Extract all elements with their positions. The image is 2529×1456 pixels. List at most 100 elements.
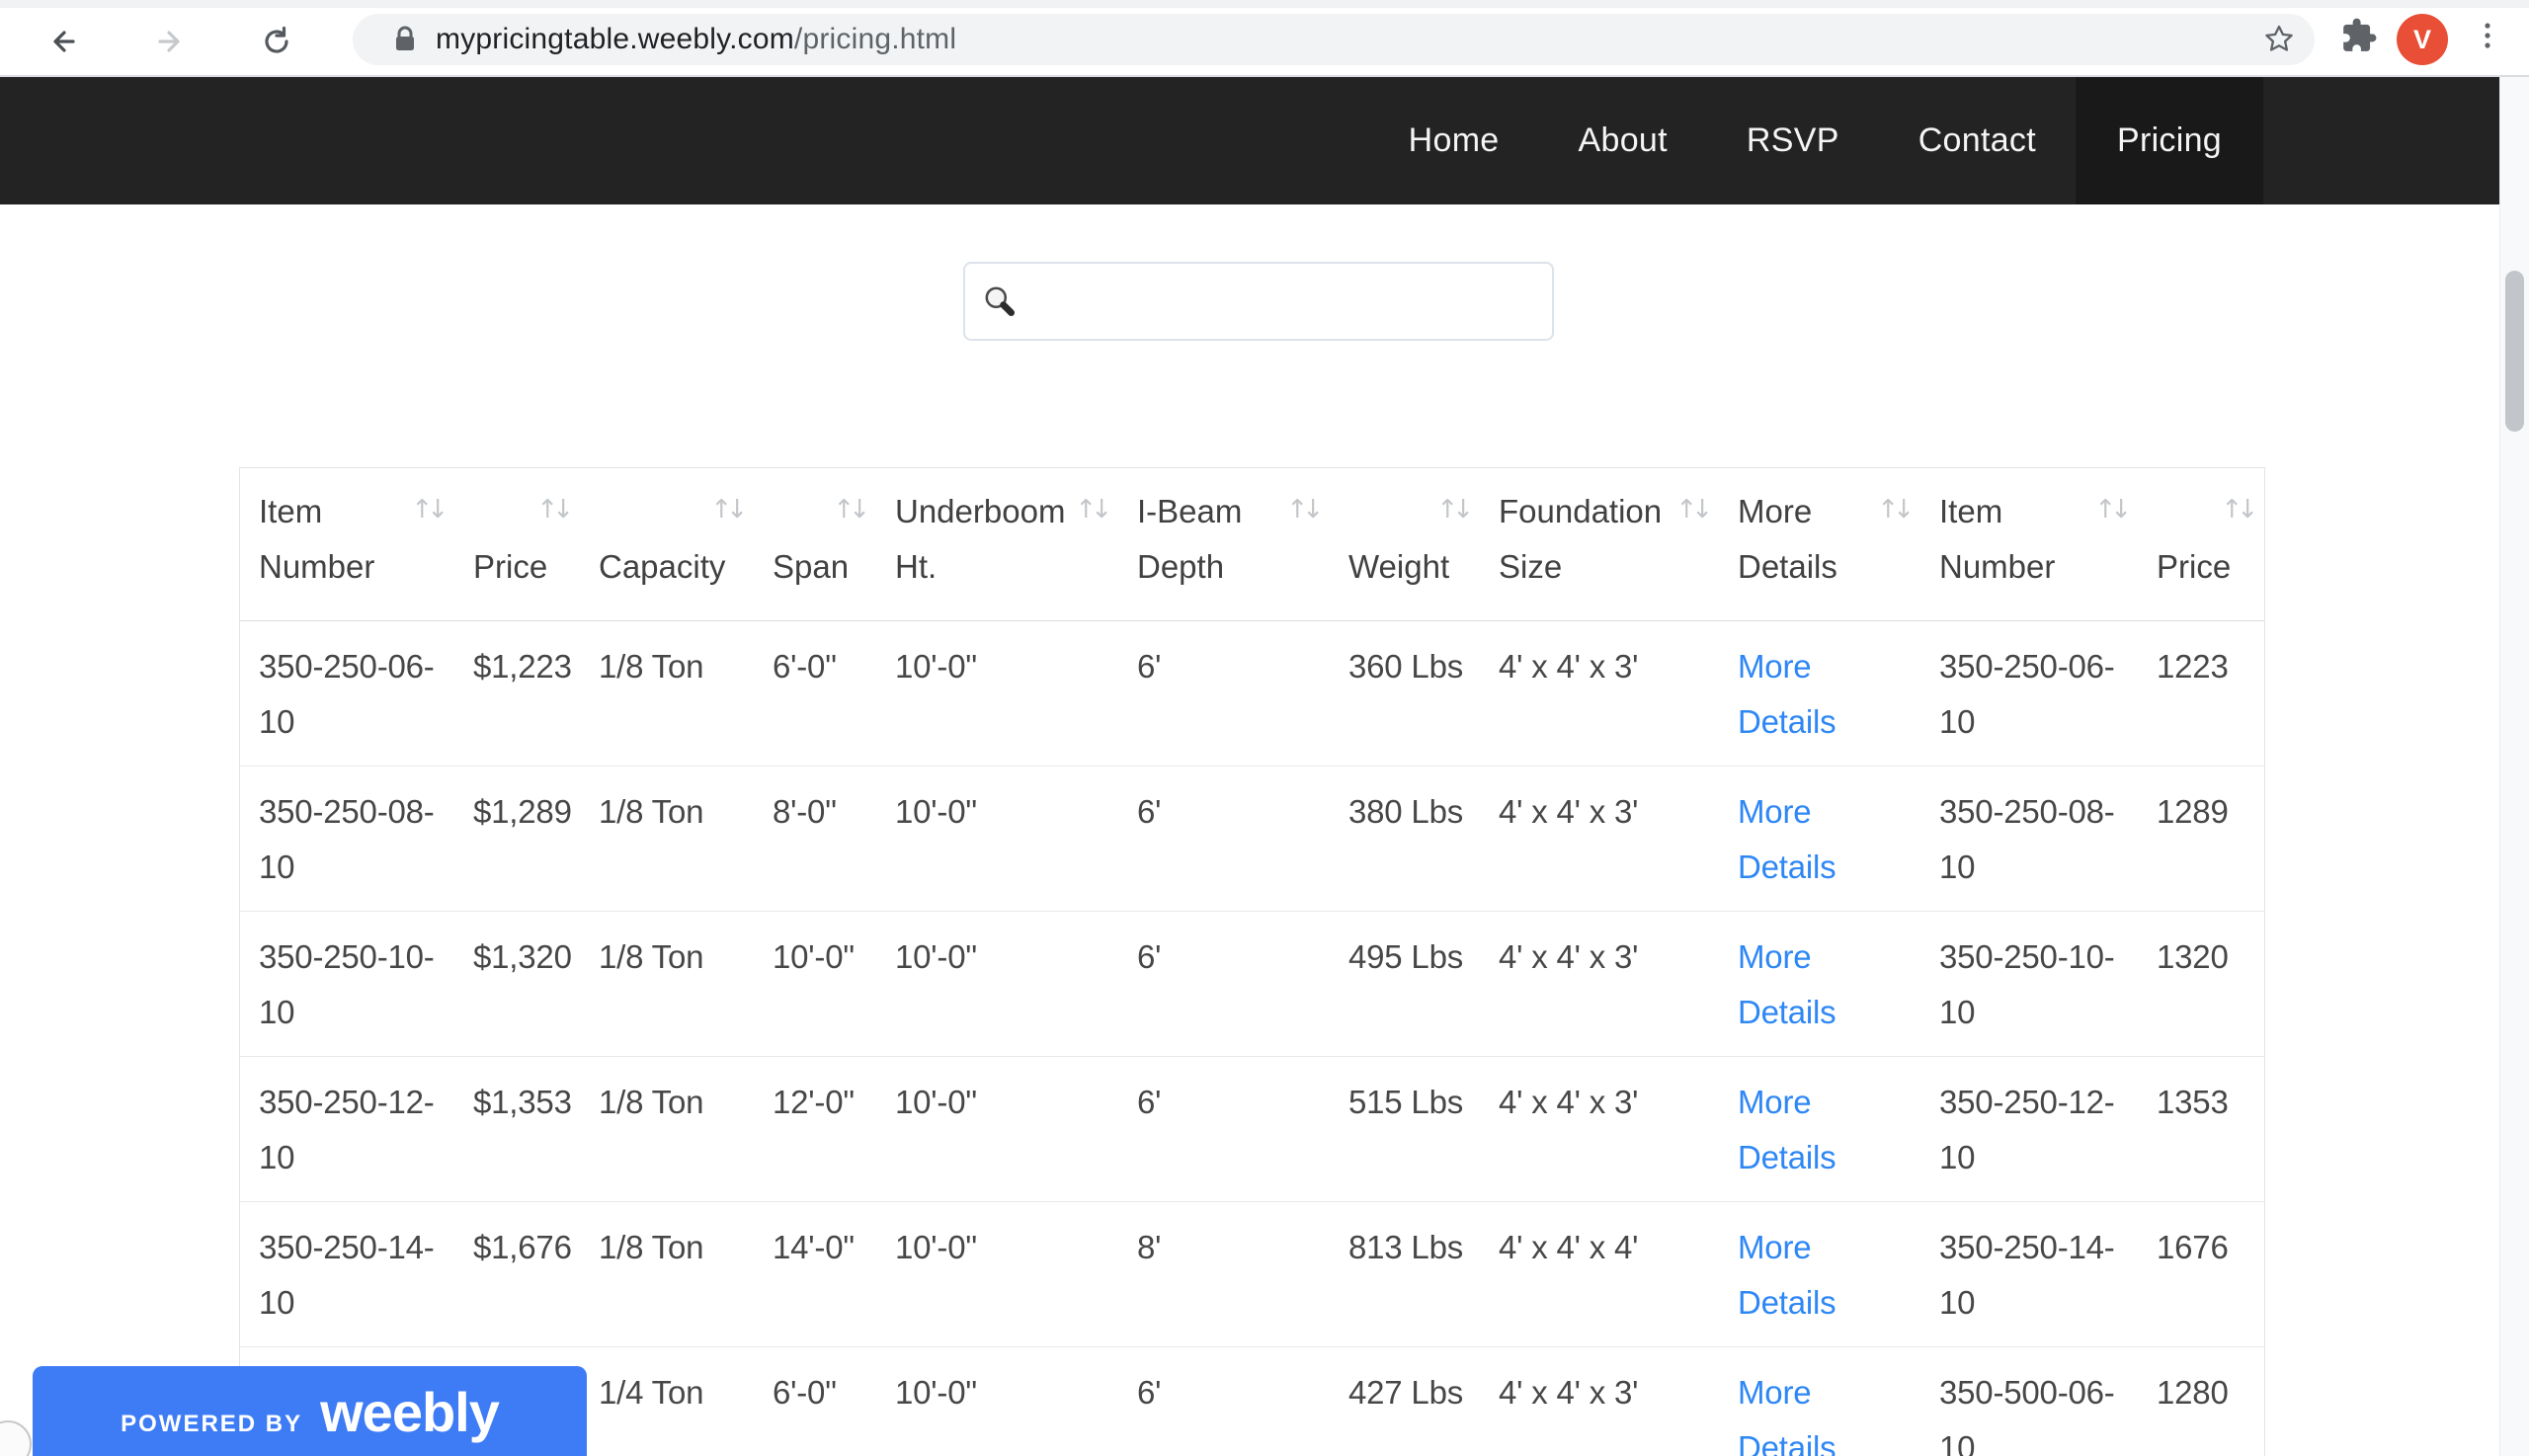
column-header-underboom-ht-4[interactable]: Underboom Ht. ↑↓	[876, 468, 1118, 621]
address-bar[interactable]: mypricingtable.weebly.com/pricing.html	[353, 14, 2315, 65]
sort-icon: ↑↓	[2221, 495, 2257, 525]
column-header-label: Item Number	[1939, 493, 2056, 585]
column-header-weight-6[interactable]: Weight ↑↓	[1330, 468, 1480, 621]
sort-icon: ↑↓	[536, 495, 573, 525]
column-header-span-3[interactable]: Span ↑↓	[754, 468, 876, 621]
pricing-table-container: Item Number ↑↓ Price ↑↓ Capacity ↑↓ Span ↑↓ Unde…	[239, 467, 2265, 1456]
nav-item-pricing[interactable]: Pricing	[2075, 77, 2263, 204]
nav-item-contact[interactable]: Contact	[1879, 77, 2076, 204]
table-body: 350-250-06- 10 $1,223 1/8 Ton 6'-0" 10'-0" 6' 3…	[240, 620, 2264, 1456]
forward-button[interactable]	[150, 22, 190, 61]
column-header-i-beam-depth-5[interactable]: I-Beam Depth ↑↓	[1118, 468, 1330, 621]
table-cell-span-3: 8'-0"	[754, 766, 876, 912]
column-header-more-details-8[interactable]: More Details ↑↓	[1719, 468, 1920, 621]
table-cell-i-beam-depth-5: 6'	[1118, 766, 1330, 912]
table-cell-foundation-size-7: 4' x 4' x 3'	[1480, 766, 1719, 912]
window-top-edge	[0, 0, 2529, 8]
table-row: 350-250-12- 10 $1,353 1/8 Ton 12'-0" 10'-0" 6'…	[240, 1056, 2264, 1202]
table-cell-price-1: $1,676	[454, 1201, 580, 1347]
column-header-item-number-0[interactable]: Item Number ↑↓	[240, 468, 454, 621]
reload-icon	[265, 26, 288, 53]
more-details-link[interactable]: More Details	[1738, 1374, 1836, 1456]
column-header-foundation-size-7[interactable]: Foundation Size ↑↓	[1480, 468, 1719, 621]
table-header: Item Number ↑↓ Price ↑↓ Capacity ↑↓ Span ↑↓ Unde…	[240, 468, 2264, 621]
more-details-link[interactable]: More Details	[1738, 1084, 1836, 1175]
table-cell-more-details-8: More Details	[1719, 1346, 1920, 1456]
table-cell-weight-6: 380 Lbs	[1330, 766, 1480, 912]
table-cell-item-number-0: 350-250-06- 10	[240, 620, 454, 767]
column-header-item-number-9[interactable]: Item Number ↑↓	[1920, 468, 2138, 621]
table-cell-underboom-ht-4: 10'-0"	[876, 1201, 1118, 1347]
extensions-button[interactable]	[2337, 14, 2381, 57]
table-cell-span-3: 12'-0"	[754, 1056, 876, 1202]
table-cell-price-1: $1,320	[454, 911, 580, 1057]
table-cell-item-number-0: 350-250-12- 10	[240, 1056, 454, 1202]
avatar-initial: V	[2412, 24, 2431, 54]
table-cell-item-number-9: 350-250-06- 10	[1920, 620, 2138, 767]
page-scrollbar-track[interactable]	[2499, 77, 2529, 1456]
nav-item-about[interactable]: About	[1539, 77, 1707, 204]
table-row: 350-250-08- 10 $1,289 1/8 Ton 8'-0" 10'-0" 6' 3…	[240, 766, 2264, 912]
sort-icon: ↑↓	[411, 495, 448, 525]
column-header-label: Price	[473, 548, 548, 585]
sort-icon: ↑↓	[2094, 495, 2131, 525]
nav-item-home[interactable]: Home	[1369, 77, 1539, 204]
sort-icon: ↑↓	[833, 495, 869, 525]
table-cell-capacity-2: 1/8 Ton	[580, 911, 754, 1057]
more-details-link[interactable]: More Details	[1738, 793, 1836, 885]
bookmark-star-button[interactable]	[2259, 20, 2299, 59]
site-nav-list: Home About RSVP Contact Pricing	[1369, 77, 2263, 204]
column-header-capacity-2[interactable]: Capacity ↑↓	[580, 468, 754, 621]
table-cell-underboom-ht-4: 10'-0"	[876, 620, 1118, 767]
kebab-menu-icon	[2485, 23, 2490, 48]
url-text: mypricingtable.weebly.com/pricing.html	[436, 23, 957, 55]
powered-by-weebly-badge[interactable]: POWERED BY weebly	[33, 1366, 587, 1456]
table-row: 350-250-10- 10 $1,320 1/8 Ton 10'-0" 10'-0" 6'…	[240, 911, 2264, 1057]
browser-menu-button[interactable]	[2466, 14, 2509, 57]
more-details-link[interactable]: More Details	[1738, 1229, 1836, 1321]
table-cell-price-10: 1353	[2138, 1056, 2264, 1202]
table-cell-span-3: 6'-0"	[754, 1346, 876, 1456]
table-cell-i-beam-depth-5: 6'	[1118, 620, 1330, 767]
table-cell-foundation-size-7: 4' x 4' x 3'	[1480, 620, 1719, 767]
back-button[interactable]	[43, 22, 83, 61]
table-cell-underboom-ht-4: 10'-0"	[876, 911, 1118, 1057]
column-header-price-10[interactable]: Price ↑↓	[2138, 468, 2264, 621]
browser-toolbar: mypricingtable.weebly.com/pricing.html V	[0, 0, 2529, 77]
column-header-price-1[interactable]: Price ↑↓	[454, 468, 580, 621]
column-header-label: Item Number	[259, 493, 375, 585]
table-cell-item-number-0: 350-250-08- 10	[240, 766, 454, 912]
table-cell-more-details-8: More Details	[1719, 766, 1920, 912]
table-cell-weight-6: 495 Lbs	[1330, 911, 1480, 1057]
table-cell-price-1: $1,353	[454, 1056, 580, 1202]
table-cell-price-10: 1320	[2138, 911, 2264, 1057]
more-details-link[interactable]: More Details	[1738, 648, 1836, 740]
profile-avatar[interactable]: V	[2397, 14, 2448, 65]
table-cell-capacity-2: 1/8 Ton	[580, 1201, 754, 1347]
table-cell-more-details-8: More Details	[1719, 1056, 1920, 1202]
star-icon	[2265, 25, 2293, 51]
column-header-label: Span	[773, 548, 850, 585]
table-cell-underboom-ht-4: 10'-0"	[876, 1346, 1118, 1456]
column-header-label: Foundation Size	[1499, 493, 1663, 585]
column-header-label: Weight	[1348, 548, 1450, 585]
table-cell-item-number-0: 350-250-10- 10	[240, 911, 454, 1057]
corner-widget-icon[interactable]	[0, 1420, 32, 1456]
table-cell-item-number-9: 350-250-08- 10	[1920, 766, 2138, 912]
table-cell-weight-6: 813 Lbs	[1330, 1201, 1480, 1347]
search-input[interactable]	[963, 262, 1554, 341]
table-search	[963, 262, 1554, 341]
table-cell-item-number-9: 350-250-12- 10	[1920, 1056, 2138, 1202]
nav-item-rsvp[interactable]: RSVP	[1707, 77, 1879, 204]
table-cell-price-1: $1,289	[454, 766, 580, 912]
page-scrollbar-thumb[interactable]	[2505, 271, 2524, 432]
table-cell-item-number-9: 350-500-06- 10	[1920, 1346, 2138, 1456]
column-header-label: Price	[2157, 548, 2232, 585]
table-row: 350-250-06- 10 $1,223 1/8 Ton 6'-0" 10'-0" 6' 3…	[240, 620, 2264, 767]
table-cell-price-1: $1,223	[454, 620, 580, 767]
powered-by-label: POWERED BY	[121, 1410, 303, 1437]
weebly-logo: weebly	[320, 1380, 500, 1443]
reload-button[interactable]	[257, 22, 296, 61]
more-details-link[interactable]: More Details	[1738, 938, 1836, 1030]
table-cell-foundation-size-7: 4' x 4' x 3'	[1480, 1056, 1719, 1202]
